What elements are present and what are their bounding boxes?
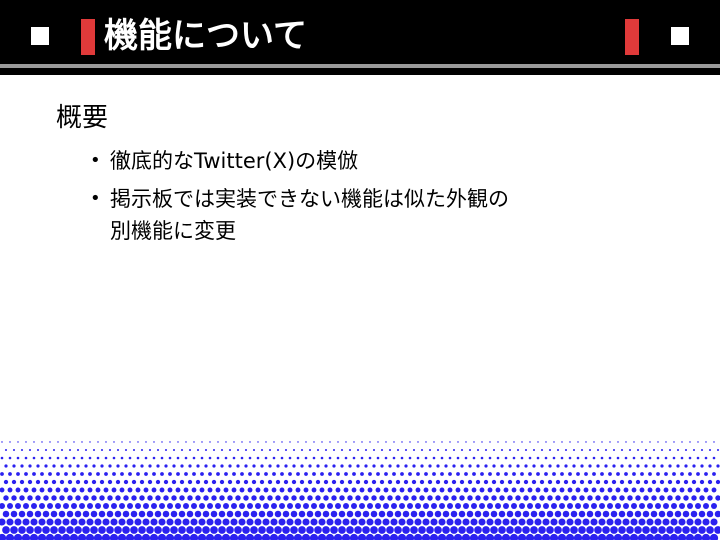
bullet-text: 掲示板では実装できない機能は似た外観の 別機能に変更 (110, 187, 509, 243)
bullet-list: • 徹底的なTwitter(X)の模倣 • 掲示板では実装できない機能は似た外観… (88, 145, 608, 253)
list-item: • 徹底的なTwitter(X)の模倣 (88, 145, 608, 177)
decor-red-bar-left (81, 19, 95, 55)
halftone-dot-pattern (0, 441, 720, 540)
decor-red-bar-right (625, 19, 639, 55)
bullet-icon: • (90, 188, 101, 209)
decor-square-right (671, 27, 689, 45)
bullet-icon: • (90, 150, 101, 171)
decor-square-left (31, 27, 49, 45)
slide-title: 機能について (104, 16, 307, 56)
header-divider-dark (0, 68, 720, 75)
bullet-text: 徹底的なTwitter(X)の模倣 (110, 149, 359, 173)
list-item: • 掲示板では実装できない機能は似た外観の 別機能に変更 (88, 183, 608, 247)
section-heading: 概要 (56, 103, 109, 133)
